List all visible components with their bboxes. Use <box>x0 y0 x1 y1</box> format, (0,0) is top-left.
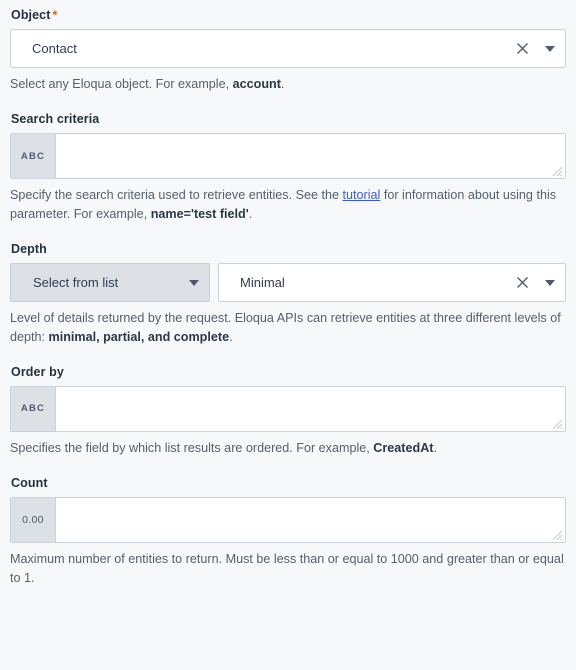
parameters-form: Object * Contact Select any Eloqua object… <box>0 0 576 587</box>
select-from-list-button[interactable]: Select from list <box>10 263 210 303</box>
helper-search-criteria-bold: name='test field' <box>150 206 249 221</box>
tutorial-link[interactable]: tutorial <box>343 188 381 202</box>
close-icon[interactable] <box>509 264 535 302</box>
field-group-object: Object * Contact Select any Eloqua object… <box>10 8 566 93</box>
label-object-text: Object <box>11 8 51 22</box>
required-asterisk: * <box>52 8 58 22</box>
label-order-by: Order by <box>11 364 64 379</box>
helper-search-criteria: Specify the search criteria used to retr… <box>10 186 566 223</box>
resize-grip-icon <box>552 167 563 177</box>
helper-order-by: Specifies the field by which list result… <box>10 439 566 457</box>
helper-count: Maximum number of entities to return. Mu… <box>10 550 566 587</box>
helper-order-by-bold: CreatedAt <box>373 440 434 455</box>
depth-select-value: Minimal <box>240 275 285 291</box>
field-group-order-by: Order by ABC Specifies the field by whic… <box>10 365 566 457</box>
helper-depth-bold: minimal, partial, and complete <box>48 329 230 344</box>
depth-controls-row: Select from list Minimal <box>10 263 566 303</box>
helper-depth-post: . <box>229 329 233 344</box>
label-count: Count <box>11 476 48 491</box>
search-criteria-input[interactable] <box>56 134 565 179</box>
chevron-down-icon[interactable] <box>535 264 565 302</box>
object-select-value: Contact <box>32 41 77 56</box>
helper-object-pre: Select any Eloqua object. For example, <box>10 77 233 91</box>
order-by-input-wrap[interactable]: ABC <box>10 385 566 432</box>
field-group-search-criteria: Search criteria ABC Specify the search c… <box>10 112 566 223</box>
number-type-icon: 0.00 <box>11 498 56 543</box>
resize-grip-icon <box>552 419 563 430</box>
helper-order-by-post: . <box>433 440 437 455</box>
helper-depth: Level of details returned by the request… <box>10 309 566 346</box>
helper-search-criteria-post: . <box>248 206 253 221</box>
field-group-count: Count 0.00 Maximum number of entities to… <box>10 476 566 587</box>
helper-object-post: . <box>280 77 285 91</box>
chevron-down-icon[interactable] <box>179 264 209 302</box>
helper-object-bold: account <box>232 77 281 91</box>
order-by-input[interactable] <box>56 386 565 431</box>
helper-object: Select any Eloqua object. For example, a… <box>10 75 566 93</box>
label-object: Object * <box>11 8 566 22</box>
resize-grip-icon <box>552 530 563 541</box>
field-group-depth: Depth Select from list Minimal Level of … <box>10 242 566 346</box>
object-select[interactable]: Contact <box>10 29 566 68</box>
label-depth: Depth <box>11 242 47 257</box>
helper-search-criteria-pre: Specify the search criteria used to retr… <box>10 188 343 203</box>
select-from-list-label: Select from list <box>33 275 119 291</box>
abc-type-icon: ABC <box>11 386 56 431</box>
search-criteria-input-wrap[interactable]: ABC <box>10 133 566 180</box>
helper-order-by-pre: Specifies the field by which list result… <box>10 440 374 455</box>
helper-count-pre: Maximum number of entities to return. Mu… <box>10 552 564 585</box>
close-icon[interactable] <box>509 30 535 68</box>
label-search-criteria: Search criteria <box>11 112 100 127</box>
count-input-wrap[interactable]: 0.00 <box>10 497 566 544</box>
abc-type-icon: ABC <box>11 134 56 179</box>
count-input[interactable] <box>56 498 565 543</box>
depth-select[interactable]: Minimal <box>218 263 566 303</box>
chevron-down-icon[interactable] <box>535 30 565 68</box>
